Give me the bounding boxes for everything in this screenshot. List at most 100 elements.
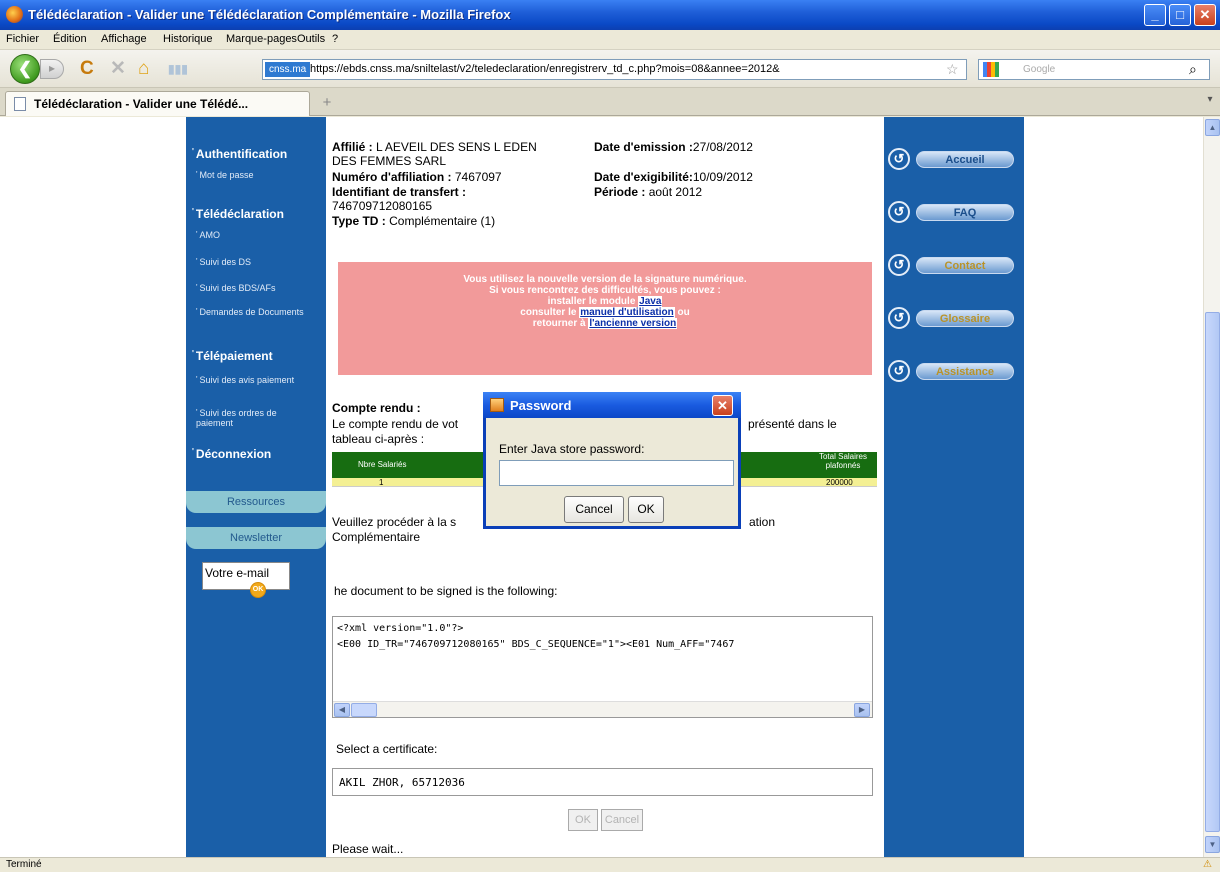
select-certificate-label: Select a certificate:	[336, 742, 438, 756]
scroll-up-icon[interactable]: ▲	[1205, 119, 1220, 136]
new-tab-button[interactable]: +	[315, 94, 339, 114]
ancienne-version-link[interactable]: l'ancienne version	[588, 318, 678, 329]
scroll-left-icon[interactable]: ◀	[334, 703, 350, 717]
scroll-down-icon[interactable]: ▼	[1205, 836, 1220, 853]
num-affiliation-row: Numéro d'affiliation : 7467097	[332, 170, 502, 184]
affilie-row-continued: DES FEMMES SARL	[332, 154, 447, 168]
scroll-thumb[interactable]	[1205, 312, 1220, 832]
menu-edition[interactable]: Édition	[53, 33, 87, 45]
stop-icon[interactable]: ✕	[110, 59, 126, 79]
refresh-arrow-icon: ↺	[888, 307, 910, 329]
tab-list-icon[interactable]: ▾	[1202, 94, 1218, 114]
url-bar[interactable]: cnss.ma https://ebds.cnss.ma/sniltelast/…	[262, 59, 967, 80]
periode-row: Période : août 2012	[594, 185, 703, 199]
nav-mot-de-passe[interactable]: ' Mot de passe	[196, 170, 254, 180]
java-link[interactable]: Java	[638, 296, 663, 307]
nav-suivi-bds[interactable]: ' Suivi des BDS/AFs	[196, 283, 276, 293]
close-window-button[interactable]: ✕	[1194, 4, 1216, 26]
navigation-toolbar: ❮ ▸ C ✕ ⌂ ▮▮▮ cnss.ma https://ebds.cnss.…	[0, 50, 1220, 88]
sign-instruction-line-2: Complémentaire	[332, 530, 421, 544]
xml-horizontal-scrollbar[interactable]: ◀ ▶	[333, 701, 872, 717]
certificate-list[interactable]: AKIL ZHOR, 65712036	[332, 768, 873, 796]
nav-teledeclaration[interactable]: ' Télédéclaration	[192, 207, 284, 221]
scroll-right-icon[interactable]: ▶	[854, 703, 870, 717]
search-placeholder: Google	[1023, 64, 1056, 75]
refresh-arrow-icon: ↺	[888, 201, 910, 223]
nav-glossaire-button[interactable]: ↺ Glossaire	[888, 307, 1014, 329]
reload-icon[interactable]: C	[80, 59, 94, 79]
nav-suivi-ds[interactable]: ' Suivi des DS	[196, 257, 251, 267]
nav-deconnexion[interactable]: ' Déconnexion	[192, 447, 271, 461]
search-icon[interactable]: ⌕	[1189, 61, 1197, 78]
forward-button[interactable]: ▸	[40, 59, 64, 79]
page-vertical-scrollbar[interactable]: ▲ ▼	[1203, 117, 1220, 857]
signature-notice: Vous utilisez la nouvelle version de la …	[338, 262, 872, 375]
compte-rendu-text-2: tableau ci-après :	[332, 432, 425, 446]
nav-contact-button[interactable]: ↺ Contact	[888, 254, 1014, 276]
certificate-item[interactable]: AKIL ZHOR, 65712036	[339, 776, 465, 789]
menu-historique[interactable]: Historique	[163, 33, 213, 45]
home-icon[interactable]: ⌂	[138, 59, 149, 79]
site-identity-badge[interactable]: cnss.ma	[265, 62, 311, 77]
menu-fichier[interactable]: Fichier	[6, 33, 39, 45]
page-icon	[14, 97, 26, 111]
xml-document-area[interactable]: <?xml version="1.0"?> <E00 ID_TR="746709…	[332, 616, 873, 718]
nav-assistance-button[interactable]: ↺ Assistance	[888, 360, 1014, 382]
affilie-row: Affilié : L AEVEIL DES SENS L EDEN	[332, 140, 537, 154]
nav-demandes-documents[interactable]: ' Demandes de Documents	[196, 307, 314, 317]
url-text[interactable]: https://ebds.cnss.ma/sniltelast/v2/teled…	[310, 63, 942, 75]
refresh-arrow-icon: ↺	[888, 360, 910, 382]
bookmarks-toolbar-icon[interactable]: ▮▮▮	[168, 59, 188, 79]
maximize-button[interactable]: □	[1169, 4, 1191, 26]
warning-icon[interactable]: ⚠	[1203, 859, 1212, 870]
document-label: he document to be signed is the followin…	[334, 584, 558, 598]
search-box[interactable]: Google ⌕	[978, 59, 1210, 80]
nav-authentification[interactable]: ' Authentification	[192, 147, 287, 161]
nav-faq-button[interactable]: ↺ FAQ	[888, 201, 1014, 223]
newsletter-email-input[interactable]: Votre e-mail	[202, 562, 290, 590]
nav-accueil-button[interactable]: ↺ Accueil	[888, 148, 1014, 170]
dialog-body: Enter Java store password: Cancel OK	[486, 418, 738, 526]
header-total-salaires: Total Salaires plafonnés	[818, 452, 868, 470]
minimize-button[interactable]: _	[1144, 4, 1166, 26]
compte-rendu-text-right: présenté dans le	[748, 417, 837, 431]
menu-bar: Fichier Édition Affichage Historique Mar…	[0, 30, 1220, 50]
manuel-link[interactable]: manuel d'utilisation	[579, 307, 675, 318]
dialog-ok-button[interactable]: OK	[628, 496, 664, 523]
date-exigibilite-row: Date d'exigibilité:10/09/2012	[594, 170, 753, 184]
ressources-bar[interactable]: Ressources	[186, 491, 326, 513]
nav-suivi-avis[interactable]: ' Suivi des avis paiement	[196, 375, 300, 385]
right-navigation: ↺ Accueil ↺ FAQ ↺ Contact ↺ Glossaire ↺ …	[884, 117, 1024, 857]
tab-bar: Télédéclaration - Valider une Télédé... …	[0, 88, 1220, 116]
xml-line-1: <?xml version="1.0"?>	[337, 623, 464, 634]
sign-instruction-left: Veuillez procéder à la s	[332, 515, 457, 529]
status-bar: Terminé ⚠	[0, 857, 1220, 872]
password-input[interactable]	[499, 460, 734, 486]
menu-outils[interactable]: Outils	[297, 33, 325, 45]
newsletter-ok-button[interactable]: OK	[250, 582, 266, 598]
menu-marque-pages[interactable]: Marque-pages	[226, 33, 297, 45]
newsletter-bar[interactable]: Newsletter	[186, 527, 326, 549]
applet-cancel-button[interactable]: Cancel	[601, 809, 643, 831]
menu-affichage[interactable]: Affichage	[101, 33, 147, 45]
scroll-thumb[interactable]	[351, 703, 377, 717]
nav-telepaiement[interactable]: ' Télépaiement	[192, 349, 273, 363]
dialog-cancel-button[interactable]: Cancel	[564, 496, 624, 523]
google-engine-icon[interactable]	[983, 62, 999, 77]
date-emission-row: Date d'emission :27/08/2012	[594, 140, 753, 154]
type-td-row: Type TD : Complémentaire (1)	[332, 214, 496, 228]
dialog-close-button[interactable]: ✕	[712, 395, 733, 416]
applet-ok-button[interactable]: OK	[568, 809, 598, 831]
bookmark-star-icon[interactable]: ☆	[946, 61, 959, 78]
password-prompt: Enter Java store password:	[499, 442, 645, 456]
header-nbre-salaries: Nbre Salariés	[358, 460, 407, 469]
back-button[interactable]: ❮	[10, 54, 40, 84]
notice-line-5: retourner à l'ancienne version	[532, 318, 678, 329]
menu-help[interactable]: ?	[332, 33, 338, 45]
refresh-arrow-icon: ↺	[888, 148, 910, 170]
nav-suivi-ordres[interactable]: ' Suivi des ordres de paiement	[196, 408, 308, 428]
tab-teledeclaration[interactable]: Télédéclaration - Valider une Télédé...	[5, 91, 310, 116]
nav-amo[interactable]: ' AMO	[196, 230, 220, 240]
identifiant-transfert-value: 746709712080165	[332, 199, 433, 213]
sign-instruction-right: ation	[749, 515, 776, 529]
